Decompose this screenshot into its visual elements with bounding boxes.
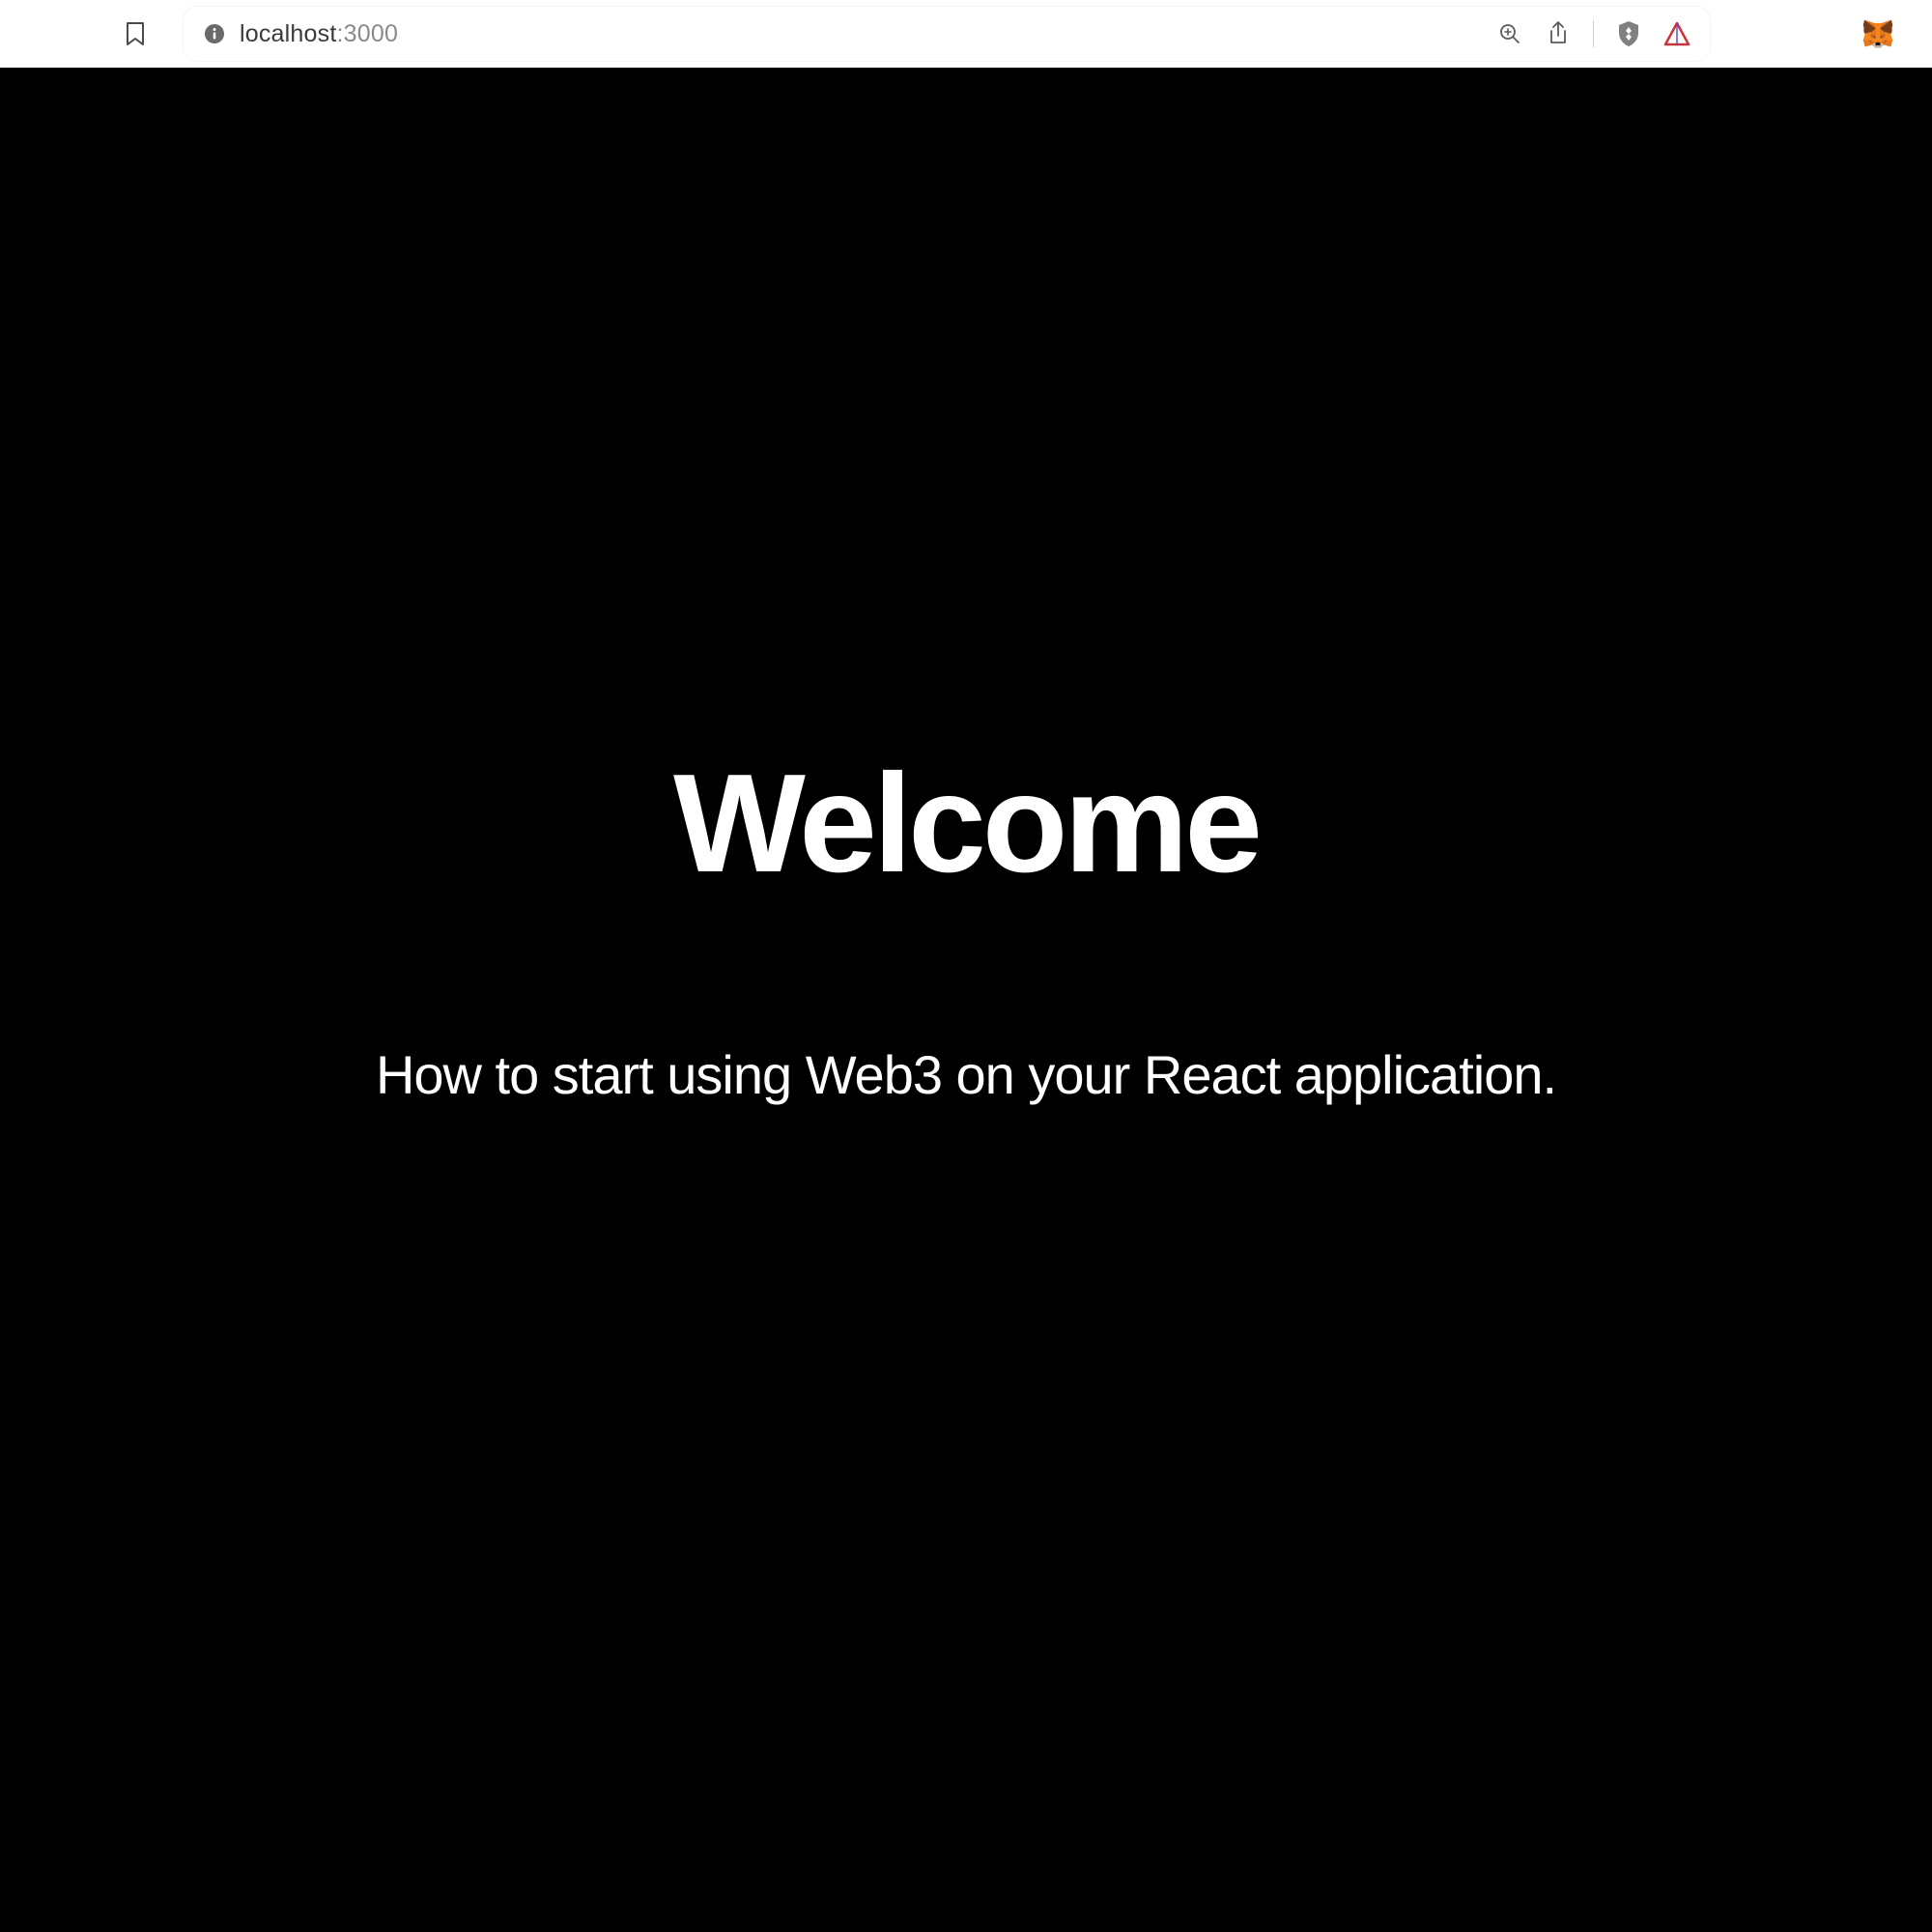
share-button[interactable] [1545, 20, 1572, 47]
url-text: localhost:3000 [240, 20, 1477, 48]
url-port: :3000 [336, 20, 398, 47]
url-host: localhost [240, 20, 336, 47]
zoom-icon [1498, 22, 1521, 45]
metamask-icon [1862, 18, 1893, 49]
site-info-button[interactable] [203, 22, 226, 45]
page-subtitle: How to start using Web3 on your React ap… [376, 1043, 1556, 1106]
page-title: Welcome [673, 753, 1259, 894]
brave-shields-button[interactable] [1615, 20, 1642, 47]
metamask-extension-button[interactable] [1862, 18, 1893, 49]
page-content: Welcome How to start using Web3 on your … [0, 68, 1932, 1932]
extensions-area [1727, 18, 1913, 49]
bookmark-button[interactable] [116, 14, 155, 53]
address-bar[interactable]: localhost:3000 [184, 7, 1710, 61]
toolbar-divider [1593, 20, 1594, 47]
address-bar-actions [1496, 20, 1690, 47]
info-icon [204, 23, 225, 44]
brave-rewards-button[interactable] [1663, 20, 1690, 47]
zoom-button[interactable] [1496, 20, 1523, 47]
share-icon [1548, 21, 1569, 46]
brave-shield-icon [1616, 19, 1641, 48]
browser-toolbar: localhost:3000 [0, 0, 1932, 68]
bookmark-icon [125, 21, 146, 46]
brave-logo-icon [1663, 21, 1690, 46]
